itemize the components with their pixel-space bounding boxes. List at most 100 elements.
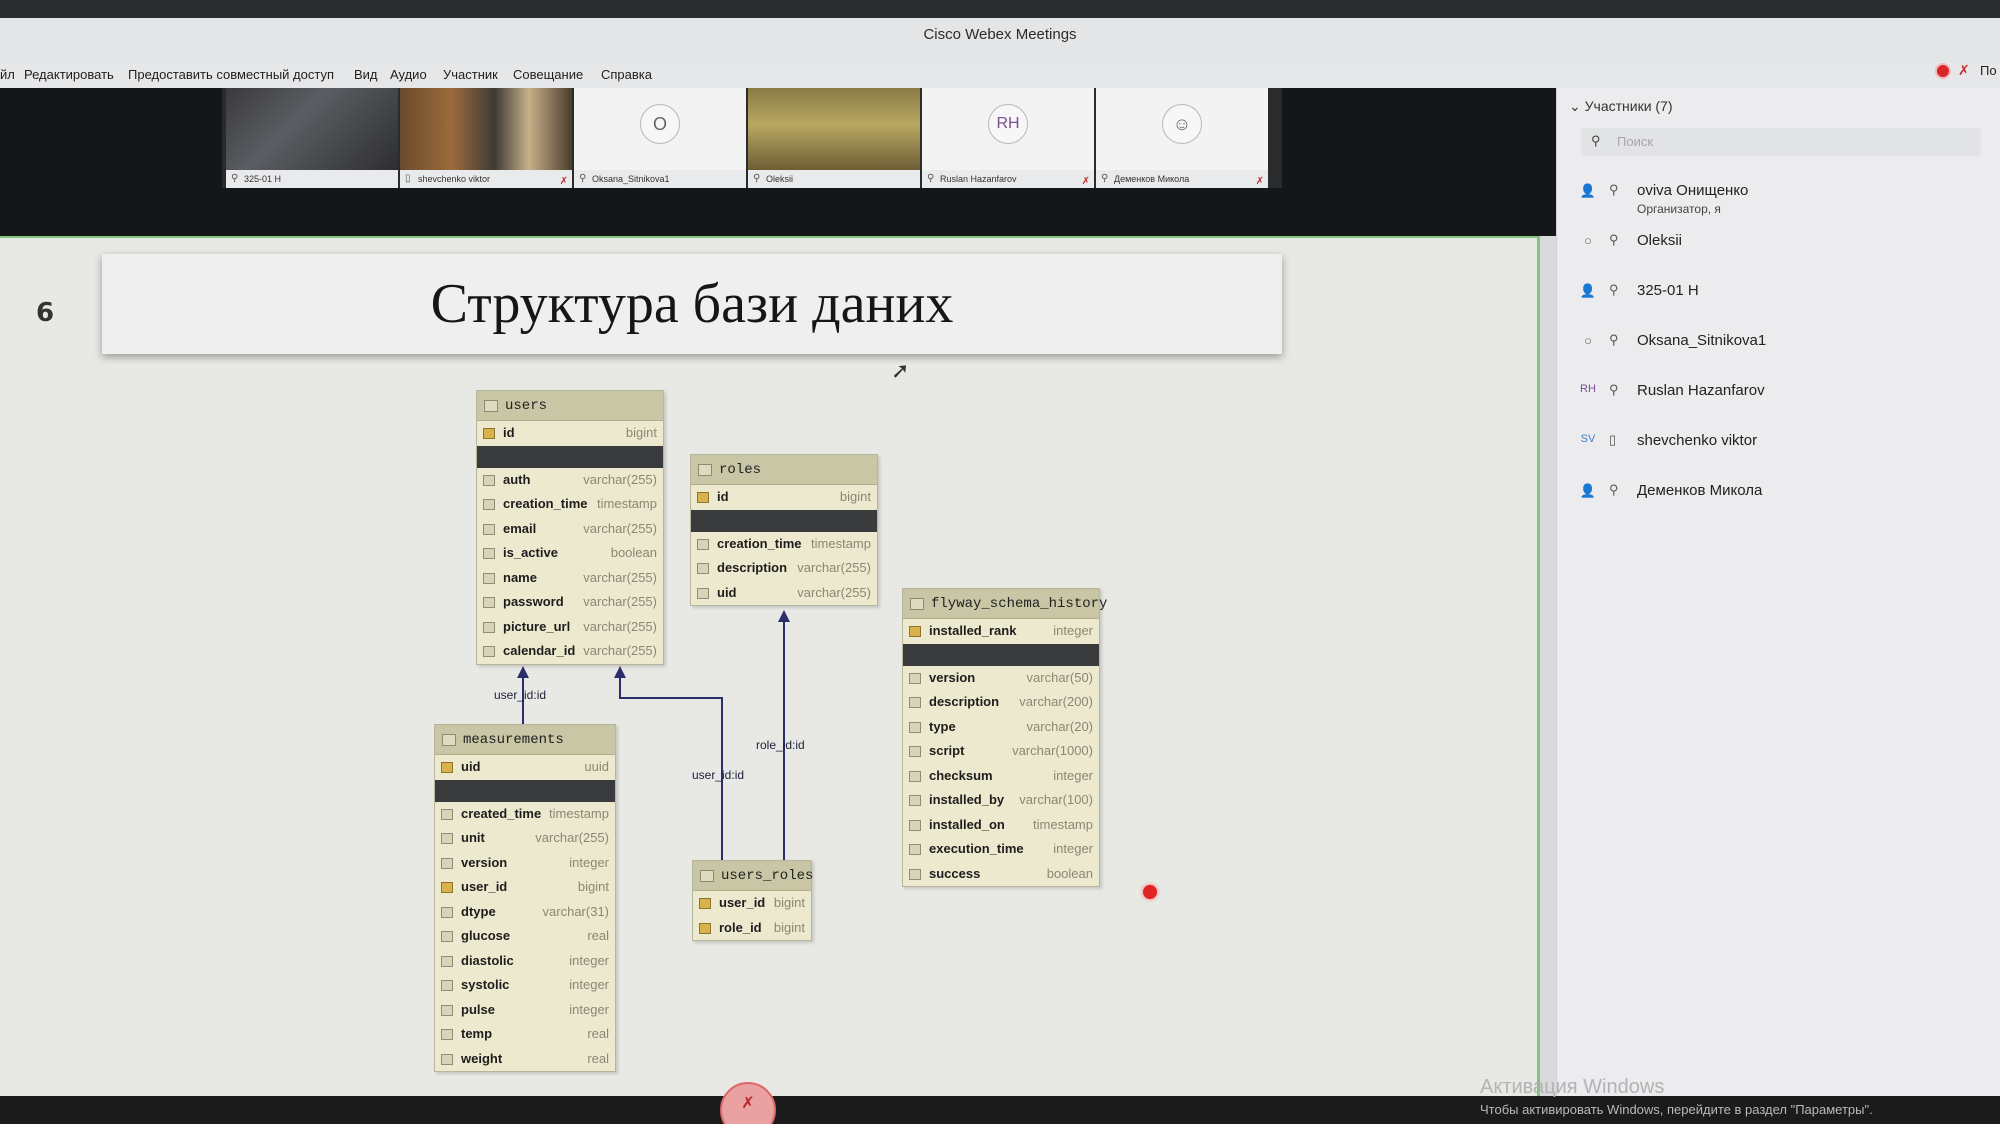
table-row: uid uuid [435, 755, 615, 780]
menu-share[interactable]: Предоставить совместный доступ [128, 67, 334, 82]
mute-button[interactable]: ✗ [720, 1082, 776, 1124]
column-icon [441, 980, 453, 991]
table-row: description varchar(200) [903, 690, 1099, 715]
table-row: email varchar(255) [477, 517, 663, 542]
camera-feed [400, 88, 572, 170]
mic-icon: ⚲ [1101, 173, 1109, 184]
tile-label: ⚲ Деменков Микола [1096, 170, 1268, 188]
participant-item[interactable]: ○ ⚲ Oleksii [1577, 230, 1977, 266]
table-icon [484, 400, 498, 412]
video-tile-oleksii[interactable]: ⚲ Oleksii [748, 88, 920, 188]
search-icon: ⚲ [1591, 133, 1601, 148]
table-row: picture_url varchar(255) [477, 615, 663, 640]
table-icon [700, 870, 714, 882]
column-icon [441, 1053, 453, 1065]
table-row: unit varchar(255) [435, 826, 615, 851]
table-header: roles [691, 455, 877, 485]
table-row: success boolean [903, 862, 1099, 887]
person-icon: 👤 [1579, 283, 1597, 298]
participant-item[interactable]: SV ▯ shevchenko viktor [1577, 430, 1977, 466]
menu-bar: йл Редактировать Предоставить совместный… [0, 62, 2000, 88]
column-icon [441, 808, 453, 820]
menu-view[interactable]: Вид [354, 67, 378, 82]
table-row: script varchar(1000) [903, 739, 1099, 764]
mic-muted-icon: ✗ [1958, 62, 1970, 78]
tile-label: ⚲ Oksana_Sitnikova1 [574, 170, 746, 188]
table-icon [442, 734, 456, 746]
recording-indicator[interactable] [1935, 63, 1951, 79]
table-row: id bigint [477, 421, 663, 446]
mic-muted-icon: ✗ [1081, 176, 1090, 187]
initials-badge: SV [1580, 433, 1596, 445]
column-icon [441, 955, 453, 967]
table-row: user_id bigint [435, 875, 615, 900]
column-icon [483, 621, 495, 633]
table-measurements: measurements uid uuid created_time timesta… [434, 724, 616, 1072]
column-icon [909, 697, 921, 708]
mic-icon: ⚲ [1609, 482, 1619, 497]
video-tile-shevchenko[interactable]: ▯ shevchenko viktor ✗ [400, 88, 572, 188]
column-icon [483, 646, 495, 657]
shared-content: 6 Структура бази даних ➚ user_id:id user… [0, 236, 1540, 1096]
video-tile-demenkov[interactable]: ☺ ⚲ Деменков Микола ✗ [1096, 88, 1268, 188]
table-row: glucose real [435, 924, 615, 949]
separator [435, 779, 615, 802]
table-row: installed_on timestamp [903, 813, 1099, 838]
camera-feed [226, 88, 398, 170]
person-icon: 👤 [1579, 183, 1597, 198]
participants-header[interactable]: ⌄ Участники (7) [1569, 98, 1673, 115]
key-icon [699, 898, 711, 909]
table-row: created_time timestamp [435, 802, 615, 827]
tile-label: ⚲ Ruslan Hazanfarov [922, 170, 1094, 188]
table-row: weight real [435, 1047, 615, 1072]
mic-muted-icon: ✗ [741, 1095, 755, 1112]
person-icon: 👤 [1579, 483, 1597, 498]
table-row: calendar_id varchar(255) [477, 639, 663, 664]
relation-line [619, 672, 723, 860]
column-icon [909, 770, 921, 782]
column-icon [909, 819, 921, 831]
table-header: users [477, 391, 663, 421]
participant-item[interactable]: ○ ⚲ Oksana_Sitnikova1 [1577, 330, 1977, 366]
avatar: O [640, 104, 680, 144]
menu-audio[interactable]: Аудио [390, 67, 427, 82]
table-row: version varchar(50) [903, 666, 1099, 691]
video-tile-ruslan[interactable]: RH ⚲ Ruslan Hazanfarov ✗ [922, 88, 1094, 188]
column-icon [483, 474, 495, 486]
arrow-head [778, 610, 790, 622]
column-icon [441, 1029, 453, 1040]
table-row: installed_rank integer [903, 619, 1099, 644]
menu-help[interactable]: Справка [601, 67, 652, 82]
participant-item[interactable]: 👤 ⚲ 325-01 Н [1577, 280, 1977, 316]
column-icon [909, 746, 921, 757]
participant-item[interactable]: RH ⚲ Ruslan Hazanfarov [1577, 380, 1977, 416]
menu-file[interactable]: йл [0, 67, 15, 82]
table-roles: roles id bigint creation_time timestamp de… [690, 454, 878, 606]
menu-edit[interactable]: Редактировать [24, 67, 114, 82]
avatar-area: O [574, 88, 746, 170]
key-icon [909, 626, 921, 637]
table-header: flyway_schema_history [903, 589, 1107, 619]
mic-icon: ⚲ [1609, 382, 1619, 397]
separator [691, 509, 877, 532]
menu-participant[interactable]: Участник [443, 67, 498, 82]
column-icon [697, 587, 709, 599]
table-row: type varchar(20) [903, 715, 1099, 740]
table-row: pulse integer [435, 998, 615, 1023]
table-users: users id bigint auth varchar(255) creation… [476, 390, 664, 665]
table-row: creation_time timestamp [477, 492, 663, 517]
video-tile-325[interactable]: ⚲ 325-01 Н [226, 88, 398, 188]
relation-label: role_id:id [756, 738, 805, 752]
table-row: description varchar(255) [691, 556, 877, 581]
menu-meeting[interactable]: Совещание [513, 67, 583, 82]
video-tile-oksana[interactable]: O ⚲ Oksana_Sitnikova1 [574, 88, 746, 188]
participant-search-input[interactable]: ⚲ Поиск [1581, 128, 1981, 156]
mic-icon: ⚲ [1609, 282, 1619, 297]
participant-item[interactable]: 👤 ⚲ oviva Онищенко Организатор, я [1577, 180, 1977, 216]
participant-item[interactable]: 👤 ⚲ Деменков Микола [1577, 480, 1977, 516]
menu-right-text[interactable]: По [1980, 63, 1997, 78]
search-placeholder: Поиск [1617, 134, 1654, 149]
arrow-head [517, 666, 529, 678]
arrow-head [614, 666, 626, 678]
column-icon [483, 572, 495, 584]
